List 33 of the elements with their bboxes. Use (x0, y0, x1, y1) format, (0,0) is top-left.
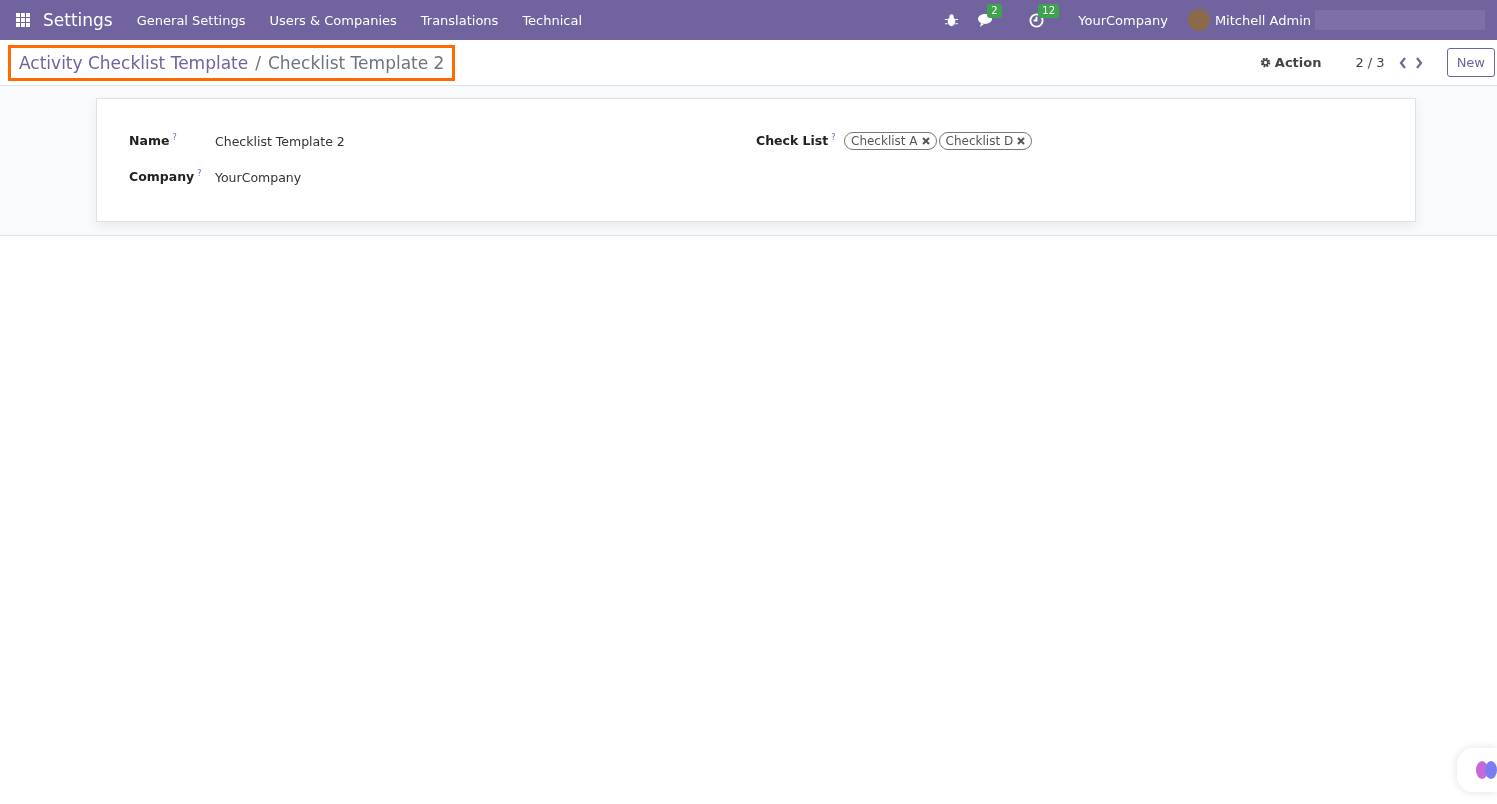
field-value[interactable]: YourCompany (215, 169, 302, 185)
company-switcher[interactable]: YourCompany (1078, 12, 1168, 28)
gear-icon (1259, 57, 1271, 68)
apps-menu-icon[interactable] (16, 12, 31, 28)
field-label: Company $^{?}$ (129, 169, 203, 185)
remove-tag-button[interactable] (921, 135, 930, 147)
menu-item[interactable]: General Settings (136, 12, 246, 28)
field-value[interactable]: Checklist Template 2 (215, 133, 345, 149)
messages-count: 2 (987, 4, 1002, 18)
floating-widget[interactable] (1457, 748, 1497, 792)
app-title: Settings (43, 10, 113, 30)
remove-tag-button[interactable] (1017, 135, 1026, 147)
activities-count: 12 (1038, 3, 1059, 18)
brain-icon (1475, 759, 1497, 781)
menu-item[interactable]: Translations (420, 12, 499, 28)
chevron-right-icon (1414, 56, 1423, 69)
close-icon (1017, 137, 1026, 145)
breadcrumb-link[interactable]: Activity Checklist Template (19, 52, 249, 73)
record-title: Checklist Template 2 (267, 52, 445, 73)
menu-item[interactable]: Technical (522, 12, 583, 28)
clock-icon[interactable] (1029, 12, 1045, 28)
new-button[interactable]: New (1446, 48, 1495, 77)
pager-value: 2 / 3 (1355, 55, 1385, 70)
avatar (1187, 9, 1210, 31)
user-menu[interactable]: Mitchell Admin (1214, 12, 1311, 28)
breadcrumb-separator: / (255, 52, 261, 73)
field-label: Check List $^{?}$ (756, 133, 837, 149)
bug-icon[interactable] (945, 13, 959, 27)
field-label: Name $^{?}$ (129, 133, 178, 149)
close-icon (921, 137, 930, 145)
action-button[interactable]: Action (1253, 54, 1328, 71)
menu-item[interactable]: Users & Companies (269, 12, 397, 28)
chevron-left-icon (1398, 56, 1407, 69)
